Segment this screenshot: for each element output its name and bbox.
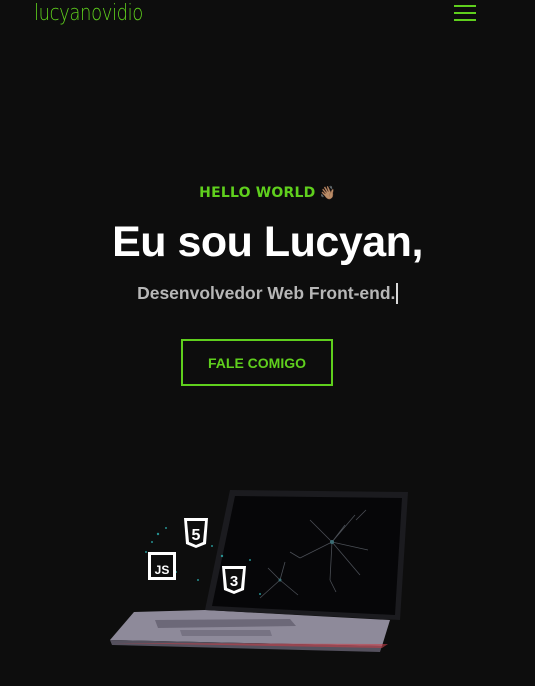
javascript-icon: JS: [148, 552, 176, 580]
hero-title: Eu sou Lucyan,: [112, 218, 423, 266]
css3-icon: 3: [222, 566, 246, 594]
subtitle-text: Desenvolvedor Web Front-end.: [137, 283, 396, 303]
hero-subtitle: Desenvolvedor Web Front-end.: [0, 283, 535, 304]
svg-text:5: 5: [192, 527, 201, 544]
svg-text:3: 3: [230, 573, 238, 590]
hamburger-menu-icon[interactable]: [454, 5, 476, 23]
contact-button[interactable]: FALE COMIGO: [181, 339, 333, 386]
svg-text:JS: JS: [155, 563, 170, 577]
html5-icon: 5: [184, 518, 208, 548]
site-logo[interactable]: lucyanovidio: [34, 1, 143, 26]
laptop-illustration: 5 JS 3: [110, 490, 408, 652]
site-header: lucyanovidio: [0, 0, 535, 36]
greeting-text: HELLO WORLD: [199, 185, 316, 201]
waving-hand-icon: 👋🏽: [319, 186, 336, 201]
hero-greeting: HELLO WORLD 👋🏽: [0, 185, 535, 201]
typing-cursor: [396, 283, 398, 304]
